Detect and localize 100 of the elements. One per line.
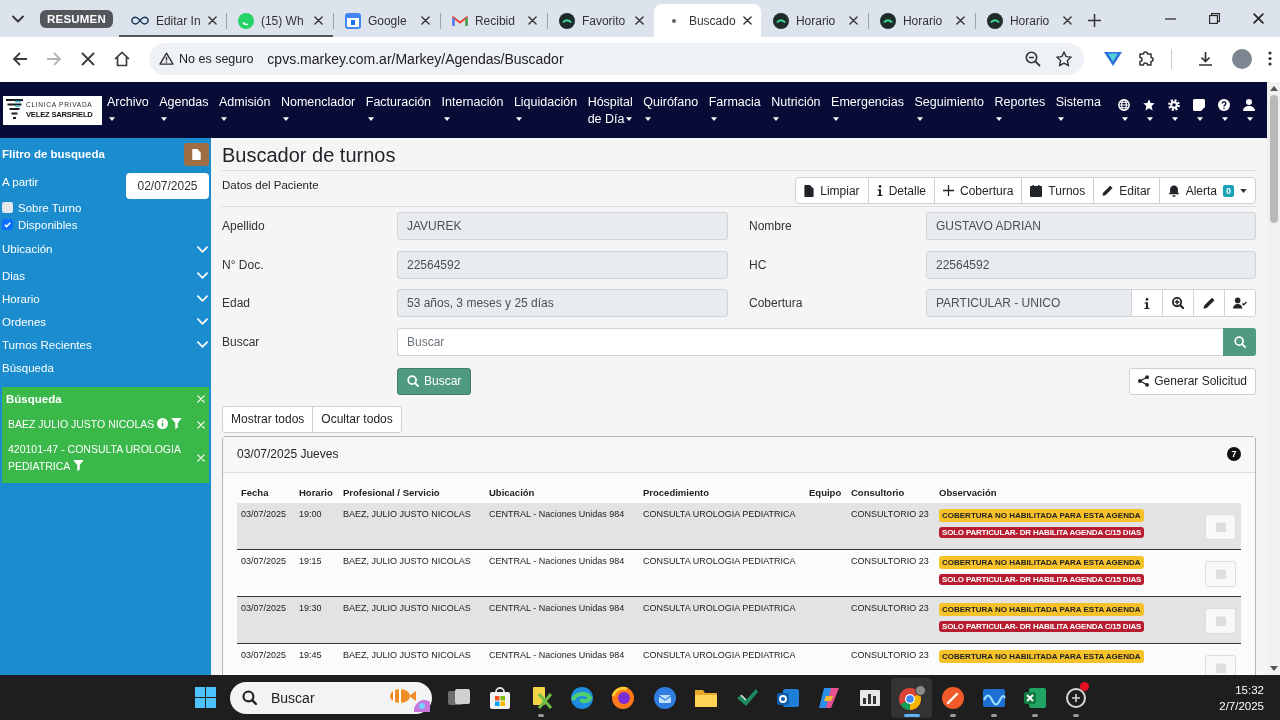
plus-icon[interactable] <box>1087 14 1101 27</box>
menu-item[interactable]: Facturación <box>365 94 432 128</box>
shopping-bag-icon[interactable] <box>487 685 512 710</box>
circle-browser-icon[interactable] <box>897 684 926 711</box>
close-icon[interactable] <box>634 16 644 25</box>
globe-app-icon[interactable] <box>611 685 636 710</box>
zoom-button[interactable] <box>1162 289 1194 317</box>
search-input[interactable]: Buscar <box>397 327 1223 356</box>
collapsible-section[interactable]: Ordenes <box>2 310 209 333</box>
collapsible-section[interactable]: Horario <box>2 287 209 310</box>
menu-item[interactable]: Sistema <box>1055 94 1101 128</box>
back-arrow-icon[interactable] <box>12 50 28 67</box>
menu-item[interactable]: Emergencias <box>831 94 904 128</box>
menu-item[interactable]: Reportes <box>994 94 1046 128</box>
section-label[interactable]: Dias <box>2 269 25 282</box>
menu-item[interactable]: Liquidación <box>513 94 578 128</box>
filter-icon[interactable] <box>171 418 183 429</box>
request-button[interactable]: Generar Solicitud <box>1129 367 1256 395</box>
toolbar-button[interactable]: Editar <box>1093 177 1160 204</box>
mail-circle-icon[interactable] <box>652 685 677 710</box>
user-icon[interactable] <box>1243 98 1255 111</box>
ribbon-icon[interactable] <box>817 685 842 710</box>
browser-tab[interactable]: Horario <box>867 4 975 37</box>
menu-icon[interactable] <box>1268 51 1272 66</box>
globe-icon[interactable] <box>1118 98 1130 111</box>
section-label[interactable]: Ubicación <box>2 243 53 255</box>
stop-icon[interactable] <box>80 50 96 67</box>
magnifier-minus-icon[interactable] <box>1025 50 1041 67</box>
browser-tab[interactable]: Recibid <box>439 4 547 37</box>
puzzle-icon[interactable] <box>1138 50 1155 67</box>
menu-item[interactable]: Internación <box>441 94 504 128</box>
menu-item[interactable]: Admisión <box>219 94 271 128</box>
address-field[interactable]: No es seguro cpvs.markey.com.ar/Markey/Agendas/Buscador <box>149 42 1084 75</box>
menu-item[interactable]: Nomenclador <box>280 94 356 128</box>
filter-icon[interactable] <box>73 460 85 471</box>
browser-tab[interactable]: Editar In <box>118 4 226 37</box>
scroll-up-icon[interactable] <box>1270 86 1278 91</box>
section-label[interactable]: Horario <box>2 292 40 305</box>
search-button[interactable] <box>1223 327 1256 356</box>
checkbox-label[interactable]: Disponibles <box>18 218 78 231</box>
search-field[interactable]: Buscar <box>230 681 432 714</box>
restore-icon[interactable] <box>1209 13 1220 24</box>
minimize-icon[interactable] <box>1165 17 1176 20</box>
close-icon[interactable] <box>1062 16 1072 25</box>
toolbar-button[interactable]: Cobertura <box>934 177 1023 204</box>
menu-item[interactable]: Farmacia <box>708 94 761 128</box>
input-field[interactable]: JAVUREK <box>397 212 728 240</box>
toolbar-button[interactable]: Alerta 0 <box>1158 177 1256 204</box>
close-icon[interactable] <box>1253 13 1264 24</box>
scrollbar[interactable] <box>1267 82 1280 675</box>
menu-item[interactable]: Agendas <box>159 94 209 128</box>
spreadsheet-icon[interactable] <box>1023 685 1048 710</box>
clock-date[interactable]: 2/7/2025 <box>1219 697 1264 714</box>
toolbar-button[interactable]: Limpiar <box>795 177 869 204</box>
section-label[interactable]: Ordenes <box>2 315 47 328</box>
info-icon[interactable] <box>157 418 169 429</box>
browser-tab[interactable]: (15) Wh <box>225 4 333 37</box>
close-icon[interactable] <box>420 16 430 25</box>
input-field[interactable]: 22564592 <box>926 250 1256 279</box>
tab-group-label[interactable]: RESUMEN <box>40 9 113 28</box>
star-icon[interactable] <box>1056 50 1072 67</box>
input-field[interactable]: PARTICULAR - UNICO <box>926 289 1132 317</box>
user-check-button[interactable] <box>1224 289 1256 317</box>
scrollbar-thumb[interactable] <box>1270 95 1278 223</box>
toolbar-button[interactable]: Detalle <box>867 177 935 204</box>
note-icon[interactable] <box>1193 98 1205 111</box>
star-icon[interactable] <box>1143 98 1155 111</box>
browser-tab[interactable]: Google <box>332 4 440 37</box>
windows-logo-icon[interactable] <box>195 687 216 708</box>
section-label[interactable]: Turnos Recientes <box>2 338 92 351</box>
close-icon[interactable] <box>955 16 965 25</box>
circle-plus-icon[interactable] <box>1064 685 1089 710</box>
chevron-down-icon[interactable] <box>12 14 24 23</box>
toolbar-button[interactable]: Turnos <box>1021 177 1095 204</box>
browser-tab[interactable]: Favorito <box>546 4 654 37</box>
document-button[interactable] <box>184 142 209 166</box>
avatar-placeholder[interactable] <box>1232 48 1252 69</box>
date-field[interactable]: 02/07/2025 <box>126 173 209 199</box>
collapsible-section[interactable]: Dias <box>2 264 209 287</box>
pen-app-icon[interactable] <box>940 685 965 710</box>
edit-button[interactable] <box>1193 289 1225 317</box>
input-field[interactable]: 22564592 <box>397 250 728 279</box>
scroll-down-icon[interactable] <box>1270 666 1278 671</box>
menu-item[interactable]: Seguimiento <box>914 94 984 128</box>
close-icon[interactable] <box>742 16 752 25</box>
toggle-button[interactable]: Ocultar todos <box>312 405 402 433</box>
collapsible-section[interactable]: Turnos Recientes <box>2 333 209 356</box>
menu-item[interactable]: Hóspital de Día <box>587 94 633 128</box>
close-icon[interactable] <box>848 16 858 25</box>
input-field[interactable]: GUSTAVO ADRIAN <box>926 212 1256 240</box>
close-icon[interactable] <box>527 16 537 25</box>
browser-tab[interactable]: Buscado <box>653 4 761 37</box>
browser-tab[interactable]: Horario <box>974 4 1082 37</box>
checkbox[interactable] <box>2 219 13 230</box>
browser-tab[interactable]: Horario <box>760 4 868 37</box>
swirl-icon[interactable] <box>570 685 595 710</box>
close-icon[interactable] <box>207 16 217 25</box>
info-button[interactable] <box>1131 289 1163 317</box>
help-icon[interactable] <box>1218 98 1230 111</box>
settings-icon[interactable] <box>1168 98 1180 111</box>
